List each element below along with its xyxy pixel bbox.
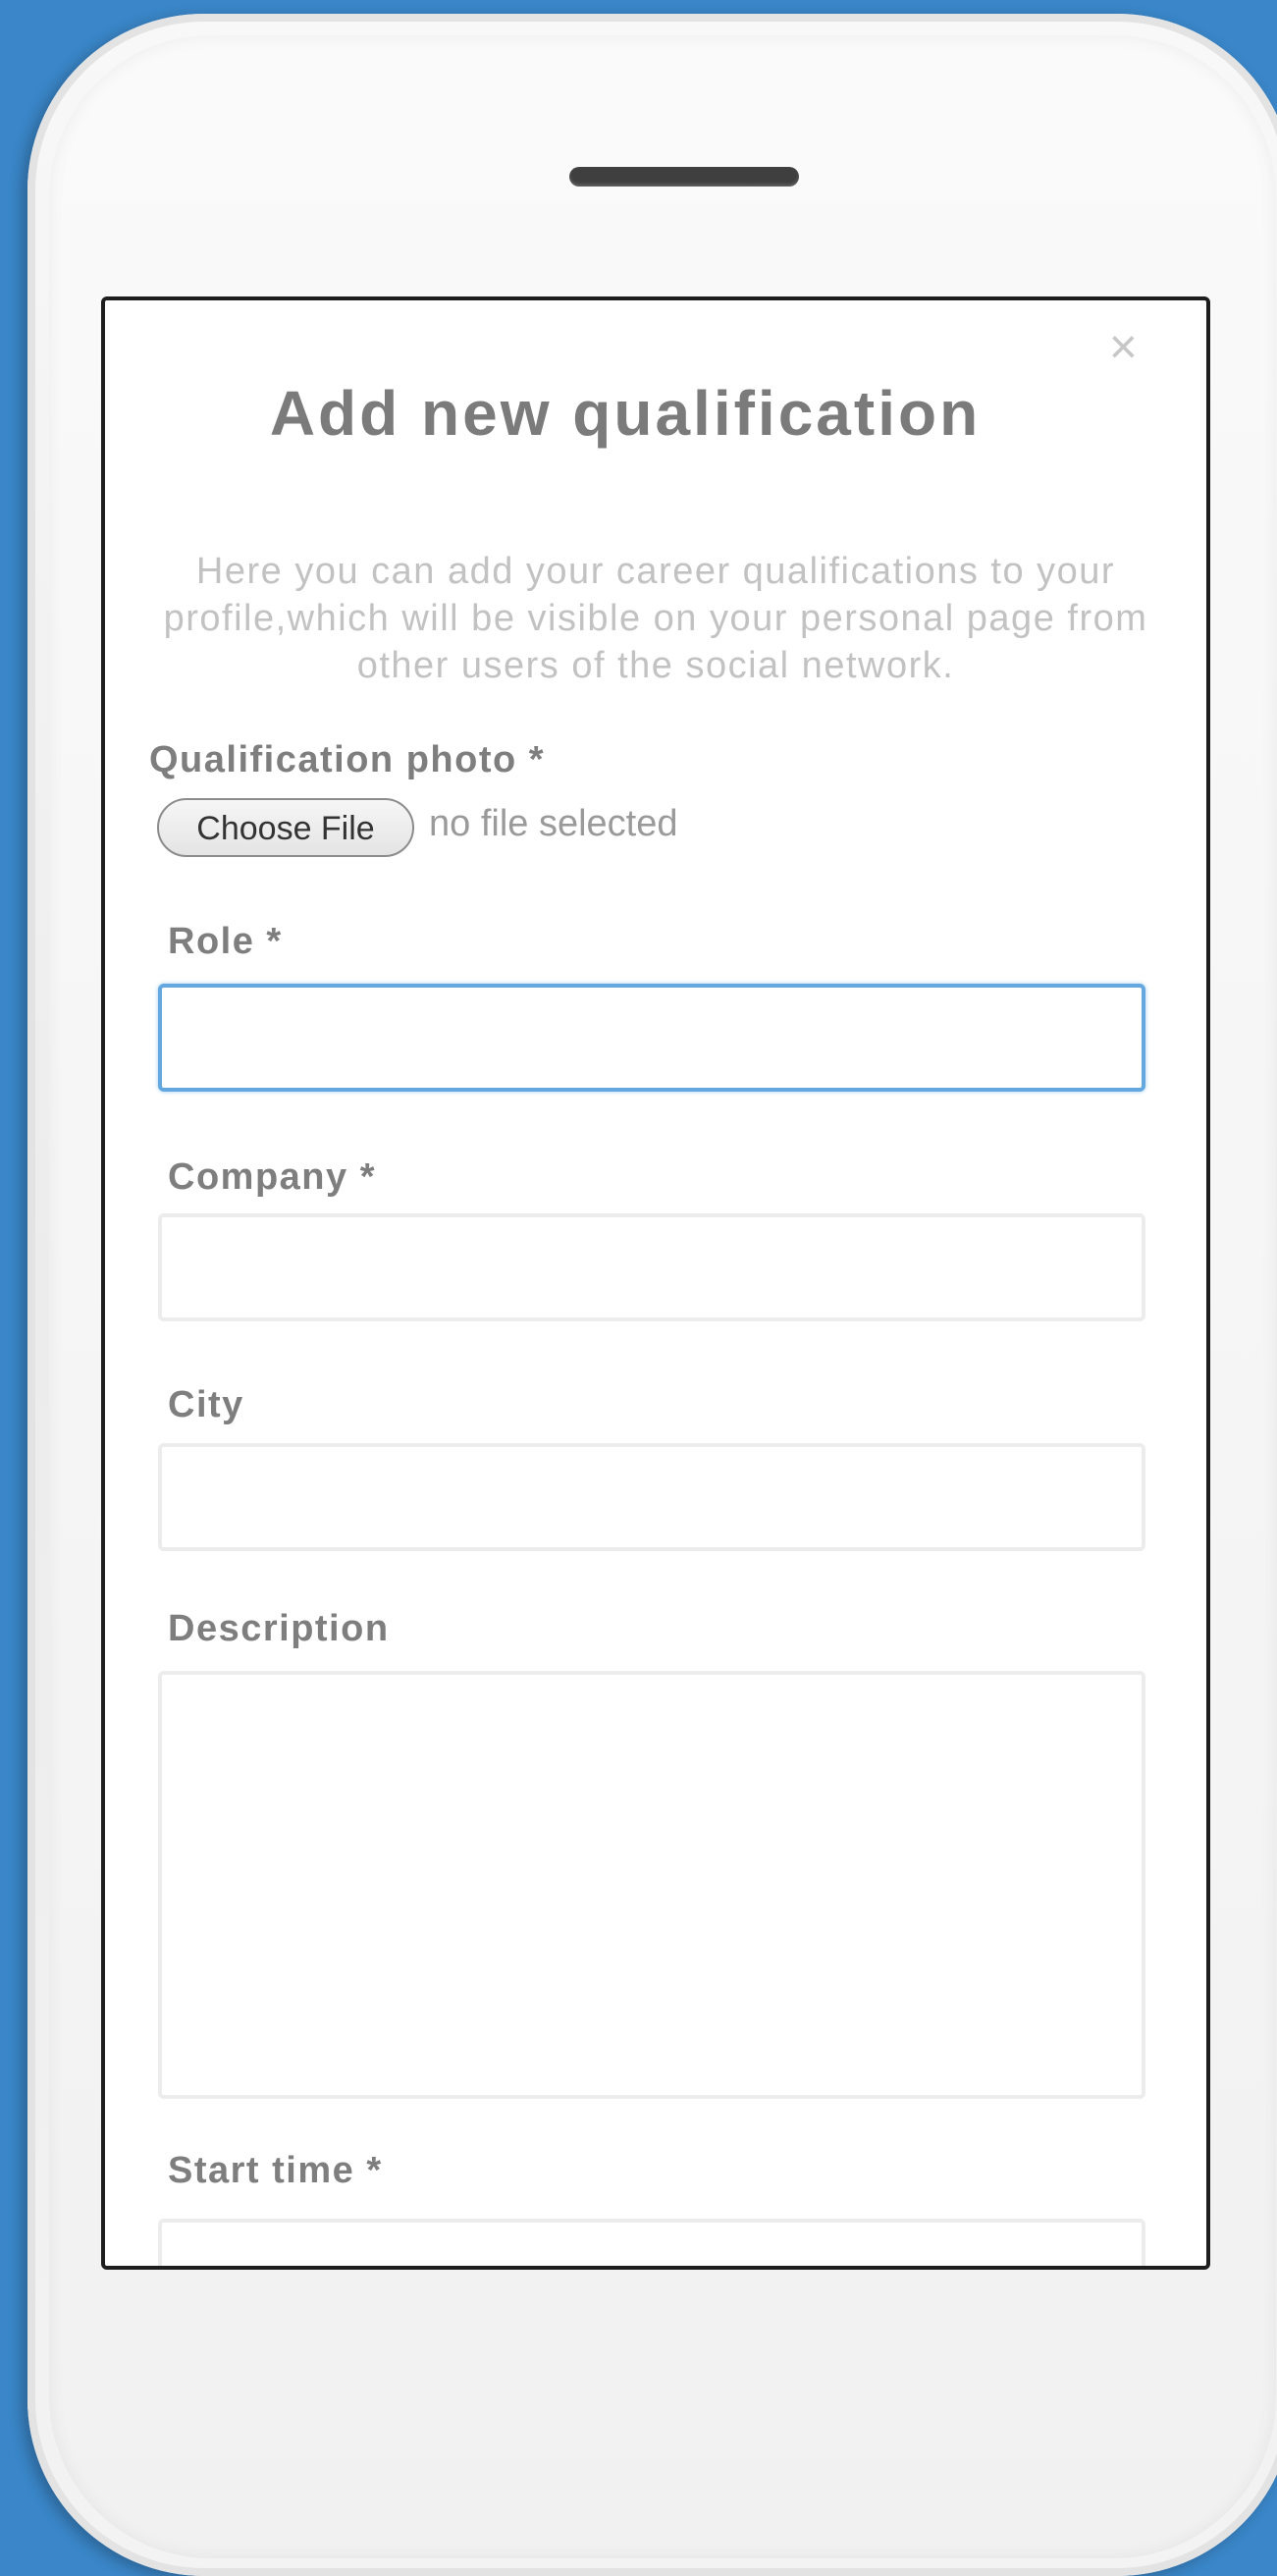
- start-time-label: Start time *: [168, 2150, 383, 2191]
- description-label: Description: [168, 1608, 390, 1649]
- modal-intro-text: Here you can add your career qualificati…: [163, 551, 1148, 686]
- file-status-text: no file selected: [429, 803, 678, 844]
- company-label: Company *: [168, 1156, 376, 1198]
- company-input[interactable]: [158, 1213, 1145, 1321]
- role-label: Role *: [168, 921, 283, 962]
- start-time-input[interactable]: [158, 2219, 1145, 2266]
- choose-file-button[interactable]: Choose File: [157, 798, 414, 857]
- qualification-modal: × Add new qualification Here you can add…: [101, 296, 1210, 2270]
- city-input[interactable]: [158, 1443, 1145, 1551]
- phone-speaker: [569, 167, 799, 187]
- city-label: City: [168, 1384, 244, 1425]
- qualification-photo-label: Qualification photo *: [149, 739, 546, 780]
- close-icon[interactable]: ×: [1109, 322, 1138, 371]
- description-textarea[interactable]: [158, 1671, 1145, 2099]
- modal-title: Add new qualification: [269, 378, 982, 449]
- role-input[interactable]: [158, 984, 1145, 1092]
